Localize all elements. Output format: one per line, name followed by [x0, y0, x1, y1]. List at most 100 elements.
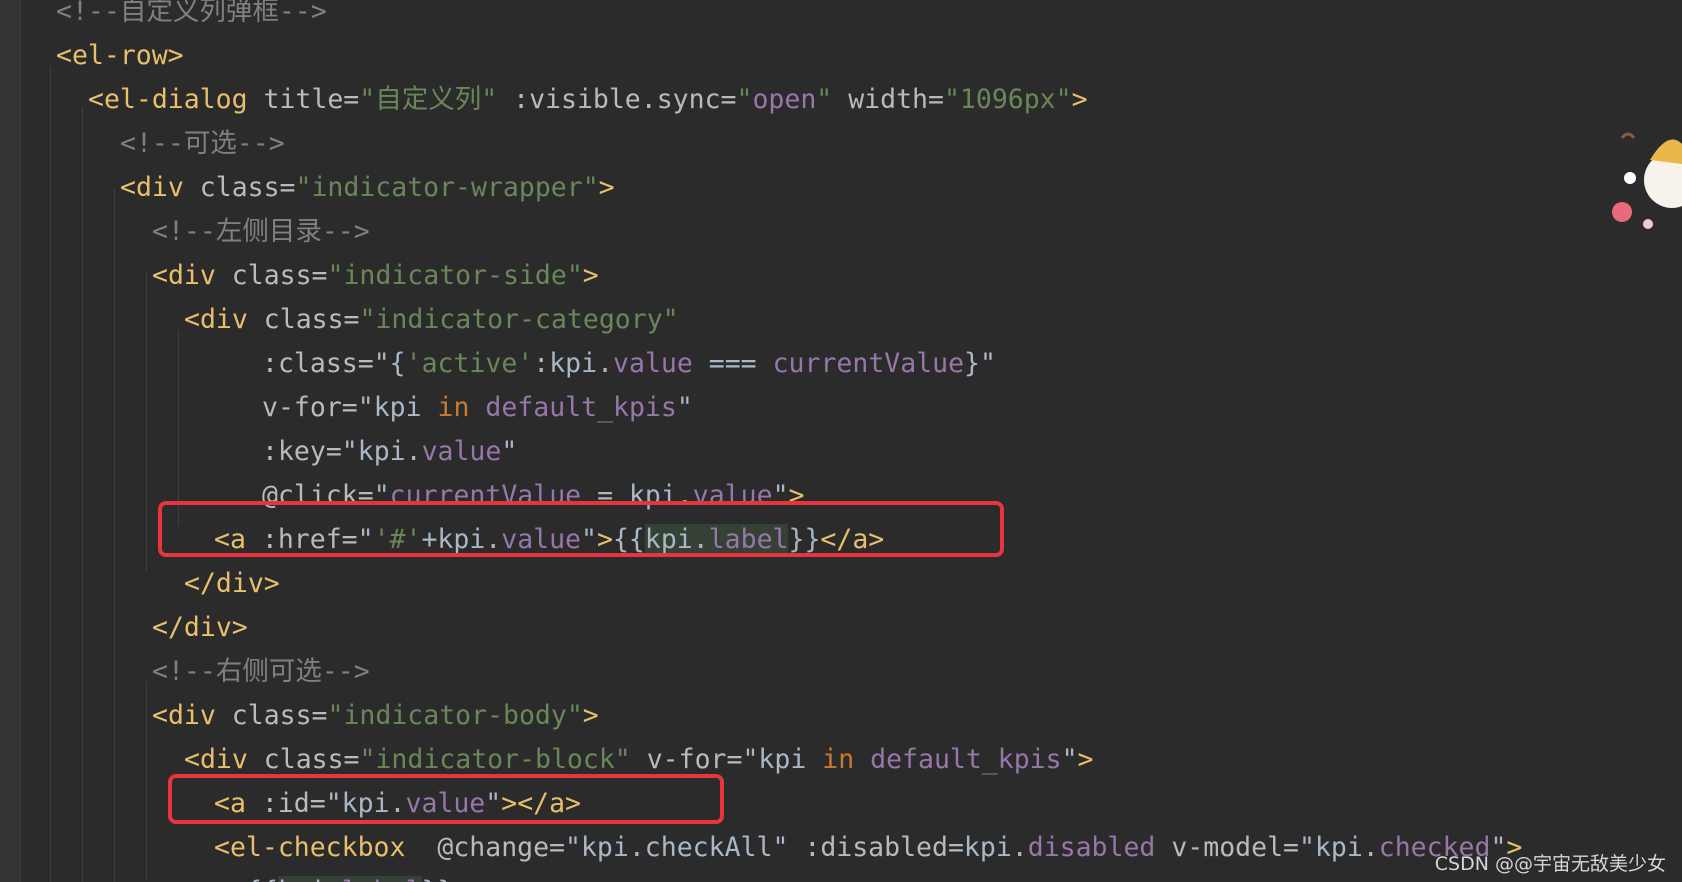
code-token: class=	[263, 304, 360, 335]
code-token: "indicator-side"	[327, 260, 583, 291]
code-token: "kpi.	[1298, 832, 1379, 863]
code-token: disabled	[1027, 832, 1156, 863]
code-token: "1096px"	[943, 84, 1072, 115]
indent-guide	[146, 681, 147, 881]
code-line[interactable]: :key="kpi.value"	[262, 430, 517, 474]
code-token: "indicator-block"	[359, 744, 631, 775]
code-token: "	[772, 832, 805, 863]
anime-sticker-icon	[1612, 132, 1682, 229]
indent-guide	[178, 330, 179, 526]
code-token: <!--可选-->	[120, 128, 285, 159]
code-token: value	[613, 348, 693, 379]
code-token: label	[341, 876, 422, 882]
code-editor[interactable]: <!--自定义列弹框--> <el-row> <el-dialog title="自…	[0, 0, 1682, 882]
code-token: <div	[152, 260, 232, 291]
code-token: :visible.sync=	[513, 84, 737, 115]
code-line[interactable]: <el-checkbox @change="kpi.checkAll" :dis…	[214, 826, 1522, 870]
code-token: currentValue	[772, 348, 965, 379]
code-line[interactable]: <div class="indicator-category"	[184, 298, 679, 342]
code-token: <el-dialog	[88, 84, 264, 115]
code-token: <div	[184, 304, 264, 335]
code-token: "indicator-body"	[327, 700, 583, 731]
code-token: "	[816, 84, 849, 115]
code-token: "	[736, 84, 753, 115]
indent-guide	[146, 271, 147, 571]
code-token: class=	[231, 260, 328, 291]
code-token: open	[752, 84, 817, 115]
code-token: kpi.	[277, 876, 342, 882]
code-token: "kpi.	[565, 832, 645, 863]
code-token: {{	[246, 876, 278, 882]
code-line[interactable]: <div class="indicator-wrapper">	[120, 166, 615, 210]
code-token: :key=	[262, 436, 342, 467]
code-token: ===	[692, 348, 773, 379]
code-token: value	[421, 436, 502, 467]
highlight-box-id	[168, 774, 724, 824]
code-token: </div>	[184, 568, 280, 599]
code-token: default_kpis	[870, 744, 1062, 775]
code-token: }"	[964, 348, 996, 379]
code-line[interactable]: <div class="indicator-body">	[152, 694, 599, 738]
code-token: checkAll	[644, 832, 773, 863]
code-token: "kpi	[357, 392, 438, 423]
code-line[interactable]: <!--可选-->	[120, 122, 285, 166]
code-token: default_kpis	[485, 392, 677, 423]
code-token: >	[1077, 744, 1094, 775]
code-token: "kpi.	[341, 436, 422, 467]
code-token: <div	[152, 700, 232, 731]
code-token: <div	[120, 172, 200, 203]
code-token: @change=	[437, 832, 566, 863]
watermark: CSDN @@宇宙无敌美少女	[1434, 853, 1666, 875]
code-token: <!--右侧可选-->	[152, 656, 370, 687]
code-token: "	[501, 436, 518, 467]
code-line[interactable]: </div>	[184, 562, 280, 606]
editor-gutter	[0, 0, 21, 882]
code-token: "	[1061, 744, 1078, 775]
code-token: >	[582, 700, 599, 731]
code-token: v-model=	[1171, 832, 1299, 863]
code-token: >	[1071, 84, 1088, 115]
code-line[interactable]: v-for="kpi in default_kpis"	[262, 386, 693, 430]
code-line[interactable]: <el-dialog title="自定义列" :visible.sync="o…	[88, 78, 1088, 122]
code-token: "indicator-category"	[359, 304, 679, 335]
indent-guide	[82, 107, 83, 882]
code-token: v-for=	[646, 744, 743, 775]
code-line[interactable]: {{kpi.label}}	[246, 870, 453, 882]
code-line[interactable]: :class="{'active':kpi.value === currentV…	[262, 342, 996, 386]
indent-guide	[114, 189, 115, 882]
code-token: v-for=	[262, 392, 358, 423]
code-token: class=	[263, 744, 360, 775]
code-token: "{	[373, 348, 406, 379]
code-token: in	[822, 744, 855, 775]
code-token: "	[359, 84, 376, 115]
code-token: <div	[184, 744, 264, 775]
code-token: <el-checkbox	[214, 832, 438, 863]
code-token: 自定义列	[375, 84, 482, 115]
code-token: "	[676, 392, 693, 423]
code-token: }}	[422, 876, 454, 882]
code-line[interactable]: <!--自定义列弹框-->	[56, 0, 327, 34]
code-token: width=	[848, 84, 944, 115]
code-token: >	[598, 172, 615, 203]
code-line[interactable]: <!--左侧目录-->	[152, 210, 370, 254]
code-token: <!--自定义列弹框-->	[56, 0, 327, 27]
code-token: >	[582, 260, 599, 291]
code-token: :disabled=	[804, 832, 964, 863]
code-token: class=	[199, 172, 296, 203]
code-token: kpi.	[963, 832, 1028, 863]
code-token: 'active'	[405, 348, 534, 379]
code-token: <el-row>	[56, 40, 184, 71]
code-token: :class=	[262, 348, 374, 379]
highlight-box-href	[158, 501, 1004, 557]
code-line[interactable]: </div>	[152, 606, 248, 650]
code-token: <!--左侧目录-->	[152, 216, 370, 247]
code-token: title=	[263, 84, 360, 115]
code-line[interactable]: <el-row>	[56, 34, 184, 78]
code-line[interactable]: <!--右侧可选-->	[152, 650, 370, 694]
code-line[interactable]: <div class="indicator-side">	[152, 254, 599, 298]
indent-guide	[50, 66, 51, 882]
